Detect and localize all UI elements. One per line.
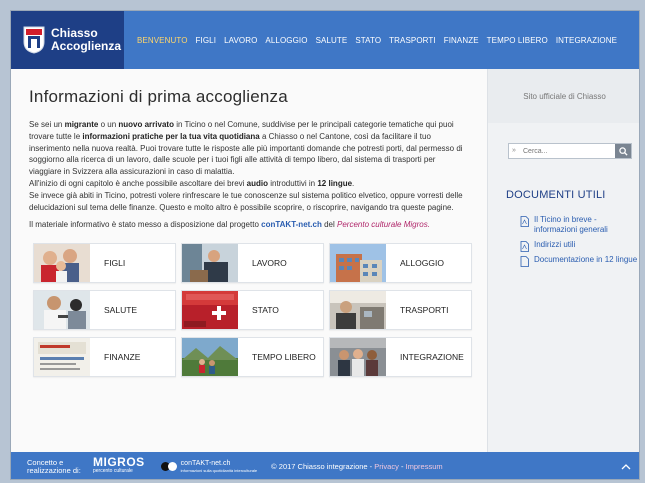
tile-label: ALLOGGIO <box>400 258 444 268</box>
footer-copyright: © 2017 Chiasso integrazione - Privacy - … <box>271 462 443 471</box>
main-nav: BENVENUTO FIGLI LAVORO ALLOGGIO SALUTE S… <box>133 11 621 69</box>
category-tiles: FIGLI LAVORO ALLOGGIO SALUTE STATO TRASP… <box>33 243 473 377</box>
official-site-link[interactable]: Sito ufficiale di Chiasso <box>488 69 639 123</box>
doc-documentazione-12-lingue[interactable]: Documentazione in 12 lingue <box>520 255 638 267</box>
nav-item-lavoro[interactable]: LAVORO <box>220 36 261 45</box>
tile-tempo-libero[interactable]: TEMPO LIBERO <box>181 337 324 377</box>
nav-item-alloggio[interactable]: ALLOGGIO <box>261 36 311 45</box>
tile-integrazione[interactable]: INTEGRAZIONE <box>329 337 472 377</box>
finanze-photo <box>34 338 90 376</box>
migros-link[interactable]: Percento culturale Migros. <box>337 220 430 229</box>
contakt-logo[interactable]: conTAKT-net.ch informazioni sulla quotid… <box>160 460 257 474</box>
salute-photo <box>34 291 90 329</box>
document-icon <box>520 256 529 267</box>
search-icon <box>618 146 628 156</box>
back-to-top-button[interactable] <box>611 452 639 479</box>
search-input[interactable] <box>509 144 615 158</box>
search-button[interactable] <box>615 144 631 158</box>
alloggio-photo <box>330 244 386 282</box>
logo-line-2: Accoglienza <box>51 39 122 53</box>
search-box: » <box>508 143 632 159</box>
nav-item-salute[interactable]: SALUTE <box>312 36 352 45</box>
tile-label: STATO <box>252 305 279 315</box>
intro-paragraph-2: Il materiale informativo è stato messo a… <box>29 220 430 230</box>
stato-photo <box>182 291 238 329</box>
search-prefix: » <box>512 147 516 154</box>
tile-label: FIGLI <box>104 258 126 268</box>
pdf-icon <box>520 241 529 252</box>
lavoro-photo <box>182 244 238 282</box>
tile-label: SALUTE <box>104 305 138 315</box>
tile-figli[interactable]: FIGLI <box>33 243 176 283</box>
tile-label: LAVORO <box>252 258 287 268</box>
site-footer: Concetto e realizzazione di: MIGROS perc… <box>11 452 639 479</box>
nav-item-figli[interactable]: FIGLI <box>192 36 221 45</box>
contakt-dots-icon <box>160 462 177 471</box>
tile-salute[interactable]: SALUTE <box>33 290 176 330</box>
nav-item-trasporti[interactable]: TRASPORTI <box>385 36 440 45</box>
pdf-icon <box>520 216 529 227</box>
site-header: Chiasso Accoglienza BENVENUTO FIGLI LAVO… <box>11 11 639 69</box>
doc-indirizzi-utili[interactable]: Indirizzi utili <box>520 240 638 252</box>
site-logo[interactable]: Chiasso Accoglienza <box>11 11 124 69</box>
nav-item-finanze[interactable]: FINANZE <box>440 36 483 45</box>
nav-item-stato[interactable]: STATO <box>351 36 385 45</box>
integrazione-photo <box>330 338 386 376</box>
tile-label: TEMPO LIBERO <box>252 352 316 362</box>
page-title: Informazioni di prima accoglienza <box>29 87 288 106</box>
impressum-link[interactable]: Impressum <box>406 462 443 471</box>
browser-page: Chiasso Accoglienza BENVENUTO FIGLI LAVO… <box>10 10 640 480</box>
tile-lavoro[interactable]: LAVORO <box>181 243 324 283</box>
trasporti-photo <box>330 291 386 329</box>
tile-trasporti[interactable]: TRASPORTI <box>329 290 472 330</box>
chiasso-crest-icon <box>23 26 45 54</box>
documents-heading: DOCUMENTI UTILI <box>506 189 606 201</box>
chevron-up-icon <box>621 463 631 469</box>
documents-list: Il Ticino in breve - informazioni genera… <box>520 215 638 270</box>
footer-concept: Concetto e realizzazione di: <box>27 457 81 475</box>
nav-item-tempo-libero[interactable]: TEMPO LIBERO <box>483 36 552 45</box>
tile-label: TRASPORTI <box>400 305 449 315</box>
figli-photo <box>34 244 90 282</box>
sidebar: Sito ufficiale di Chiasso » DOCUMENTI UT… <box>487 69 639 452</box>
migros-logo[interactable]: MIGROS percento culturale <box>93 456 145 476</box>
contakt-link[interactable]: conTAKT-net.ch <box>261 220 322 229</box>
doc-ticino-in-breve[interactable]: Il Ticino in breve - informazioni genera… <box>520 215 638 235</box>
tile-label: FINANZE <box>104 352 141 362</box>
intro-paragraph-1: Se sei un migrante o un nuovo arrivato i… <box>29 120 463 212</box>
privacy-link[interactable]: Privacy <box>374 462 399 471</box>
tempo-libero-photo <box>182 338 238 376</box>
tile-alloggio[interactable]: ALLOGGIO <box>329 243 472 283</box>
nav-item-benvenuto[interactable]: BENVENUTO <box>133 36 192 45</box>
nav-item-integrazione[interactable]: INTEGRAZIONE <box>552 36 621 45</box>
tile-finanze[interactable]: FINANZE <box>33 337 176 377</box>
tile-label: INTEGRAZIONE <box>400 352 464 362</box>
tile-stato[interactable]: STATO <box>181 290 324 330</box>
intro-text: Se sei un migrante o un nuovo arrivato i… <box>29 119 469 231</box>
